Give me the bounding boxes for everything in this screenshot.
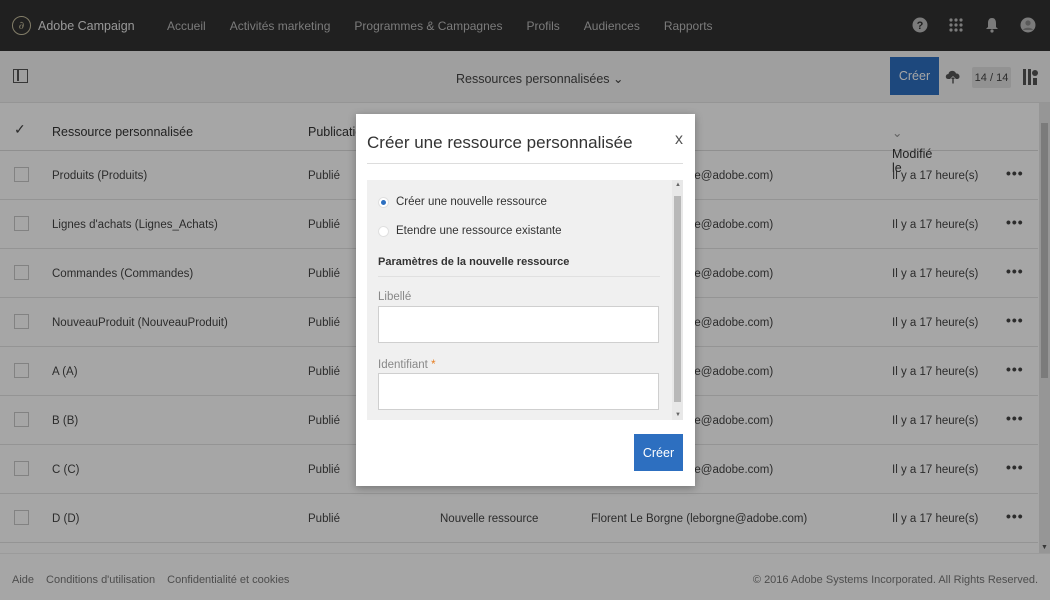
- dialog-divider: [367, 163, 683, 164]
- identifier-field-label: Identifiant *: [378, 359, 436, 371]
- close-icon[interactable]: x: [675, 131, 683, 149]
- radio-new-resource-label: Créer une nouvelle ressource: [396, 196, 547, 208]
- dialog-scrollbar-thumb[interactable]: [674, 196, 681, 402]
- identifier-input[interactable]: [378, 373, 659, 410]
- label-field-label: Libellé: [378, 291, 412, 303]
- dialog-create-button[interactable]: Créer: [634, 434, 683, 471]
- identifier-label-text: Identifiant: [378, 359, 428, 371]
- dialog-title: Créer une ressource personnalisée: [367, 133, 633, 152]
- label-input[interactable]: [378, 306, 659, 343]
- radio-button-unselected[interactable]: [378, 225, 389, 237]
- section-title: Paramètres de la nouvelle ressource: [378, 256, 570, 268]
- required-asterisk: *: [431, 359, 436, 371]
- section-divider: [378, 276, 660, 277]
- scroll-down-arrow-icon[interactable]: ▼: [675, 412, 681, 418]
- create-resource-dialog: Créer une ressource personnalisée x Crée…: [356, 114, 695, 486]
- dialog-form: Créer une nouvelle ressource Etendre une…: [367, 180, 683, 420]
- radio-extend-resource[interactable]: Etendre une ressource existante: [378, 225, 562, 237]
- scroll-up-arrow-icon[interactable]: ▲: [675, 182, 681, 188]
- radio-new-resource[interactable]: Créer une nouvelle ressource: [378, 196, 547, 208]
- radio-button-selected[interactable]: [378, 196, 389, 208]
- radio-extend-resource-label: Etendre une ressource existante: [396, 225, 562, 237]
- dialog-scrollbar[interactable]: ▲ ▼: [672, 180, 683, 420]
